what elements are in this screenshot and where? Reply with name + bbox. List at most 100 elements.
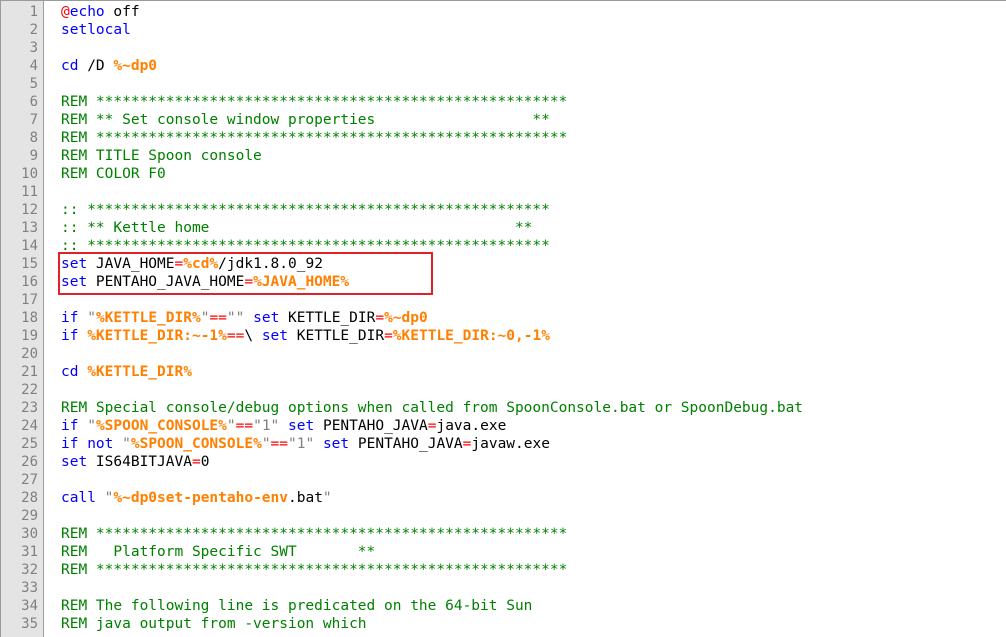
- line-number: 20: [21, 346, 38, 362]
- code-token-var: %cd%: [183, 256, 219, 272]
- code-token-comment: :: *************************************…: [61, 238, 550, 254]
- line-number-gutter: 1 2 3 4 5 6 7 8 9 10 11 12 13 14 15 16 17 18 19 20 21 22 23 24 2…: [1, 1, 44, 637]
- code-token-var: %~dp0set-pentaho-env: [113, 490, 288, 506]
- line-number: 10: [21, 166, 38, 182]
- line-number: 15: [21, 256, 38, 272]
- code-token-op: ==: [209, 310, 227, 326]
- code-token-text: .bat: [288, 490, 323, 506]
- code-line[interactable]: REM java output from -version which: [45, 615, 1006, 633]
- code-token-op: =: [375, 310, 385, 326]
- code-token-str: "1": [253, 418, 280, 434]
- code-token-text: PENTAHO_JAVA: [314, 418, 428, 434]
- code-line[interactable]: if "%SPOON_CONSOLE%"=="1" set PENTAHO_JA…: [45, 417, 1006, 435]
- code-token-kw: set: [261, 328, 289, 344]
- code-line[interactable]: set JAVA_HOME=%cd%/jdk1.8.0_92: [45, 255, 1006, 273]
- line-number: 32: [21, 562, 38, 578]
- code-token-var: %SPOON_CONSOLE%: [130, 436, 262, 452]
- code-line[interactable]: set IS64BITJAVA=0: [45, 453, 1006, 471]
- code-token-comment: :: *************************************…: [61, 202, 550, 218]
- line-number: 29: [21, 508, 38, 524]
- code-token-kw: if: [61, 310, 79, 326]
- code-token-var: %KETTLE_DIR:~-1%: [87, 328, 227, 344]
- code-token-kw: set: [61, 454, 88, 470]
- code-token-text: javaw.exe: [471, 436, 550, 452]
- code-token-comment: REM java output from -version which: [61, 616, 367, 632]
- line-number: 30: [21, 526, 38, 542]
- code-line[interactable]: [45, 183, 1006, 201]
- code-line[interactable]: @echo off: [45, 3, 1006, 21]
- code-token-var: %KETTLE_DIR%: [95, 310, 201, 326]
- line-number: 18: [21, 310, 38, 326]
- code-line[interactable]: cd %KETTLE_DIR%: [45, 363, 1006, 381]
- code-token-kw: if: [61, 328, 79, 344]
- line-number: 22: [21, 382, 38, 398]
- code-token-text: IS64BITJAVA: [87, 454, 192, 470]
- code-token-comment: REM ************************************…: [61, 526, 568, 542]
- code-token-text: JAVA_HOME: [87, 256, 175, 272]
- code-line[interactable]: REM TITLE Spoon console: [45, 147, 1006, 165]
- code-token-kw: set: [61, 274, 88, 290]
- line-number: 8: [29, 130, 38, 146]
- code-token-text: PENTAHO_JAVA: [349, 436, 463, 452]
- line-number: 9: [29, 148, 38, 164]
- code-line[interactable]: set PENTAHO_JAVA_HOME=%JAVA_HOME%: [45, 273, 1006, 291]
- code-line[interactable]: [45, 579, 1006, 597]
- code-token-var: %KETTLE_DIR%: [87, 364, 192, 380]
- code-token-str: ": [87, 418, 96, 434]
- code-line[interactable]: if %KETTLE_DIR:~-1%==\ set KETTLE_DIR=%K…: [45, 327, 1006, 345]
- code-token-comment: REM ** Set console window properties **: [61, 112, 550, 128]
- code-line[interactable]: [45, 291, 1006, 309]
- code-token-op: ==: [235, 418, 254, 434]
- line-number: 34: [21, 598, 38, 614]
- line-number: 11: [21, 184, 38, 200]
- code-line[interactable]: REM Special console/debug options when c…: [45, 399, 1006, 417]
- code-line[interactable]: [45, 507, 1006, 525]
- code-token-comment: REM Special console/debug options when c…: [61, 400, 804, 416]
- code-token-op: =: [384, 328, 393, 344]
- code-line[interactable]: :: *************************************…: [45, 237, 1006, 255]
- code-line[interactable]: [45, 471, 1006, 489]
- code-area[interactable]: @echo off setlocal cd /D %~dp0 REM ********…: [45, 1, 1006, 637]
- line-number: 12: [21, 202, 38, 218]
- code-token-kw: cd: [61, 58, 79, 74]
- code-line[interactable]: if not "%SPOON_CONSOLE%"=="1" set PENTAH…: [45, 435, 1006, 453]
- code-token-kw: set: [253, 310, 280, 326]
- line-number: 24: [21, 418, 38, 434]
- code-token-comment: :: ** Kettle home **: [61, 220, 533, 236]
- code-token-comment: REM The following line is predicated on …: [61, 598, 533, 614]
- code-line[interactable]: REM ************************************…: [45, 129, 1006, 147]
- code-line[interactable]: [45, 75, 1006, 93]
- code-token-var: %~dp0: [384, 310, 428, 326]
- code-line[interactable]: REM ************************************…: [45, 93, 1006, 111]
- line-number: 6: [29, 94, 38, 110]
- line-number: 25: [21, 436, 38, 452]
- code-line[interactable]: if "%KETTLE_DIR%"=="" set KETTLE_DIR=%~d…: [45, 309, 1006, 327]
- code-line[interactable]: setlocal: [45, 21, 1006, 39]
- code-line[interactable]: [45, 381, 1006, 399]
- code-line[interactable]: [45, 39, 1006, 57]
- code-editor[interactable]: 1 2 3 4 5 6 7 8 9 10 11 12 13 14 15 16 17 18 19 20 21 22 23 24 2…: [0, 0, 1006, 637]
- code-line[interactable]: call "%~dp0set-pentaho-env.bat": [45, 489, 1006, 507]
- code-line[interactable]: REM The following line is predicated on …: [45, 597, 1006, 615]
- code-token-kw: set: [61, 256, 88, 272]
- code-line[interactable]: :: *************************************…: [45, 201, 1006, 219]
- code-line[interactable]: REM ************************************…: [45, 561, 1006, 579]
- code-line[interactable]: :: ** Kettle home **: [45, 219, 1006, 237]
- code-token-kw: call: [61, 490, 96, 506]
- code-line[interactable]: cd /D %~dp0: [45, 57, 1006, 75]
- code-token-var: %~dp0: [113, 58, 158, 74]
- code-line[interactable]: REM Platform Specific SWT **: [45, 543, 1006, 561]
- code-line[interactable]: [45, 345, 1006, 363]
- code-line[interactable]: REM ************************************…: [45, 525, 1006, 543]
- code-line[interactable]: REM ** Set console window properties **: [45, 111, 1006, 129]
- code-token-text: java.exe: [436, 418, 507, 434]
- code-line[interactable]: REM COLOR F0: [45, 165, 1006, 183]
